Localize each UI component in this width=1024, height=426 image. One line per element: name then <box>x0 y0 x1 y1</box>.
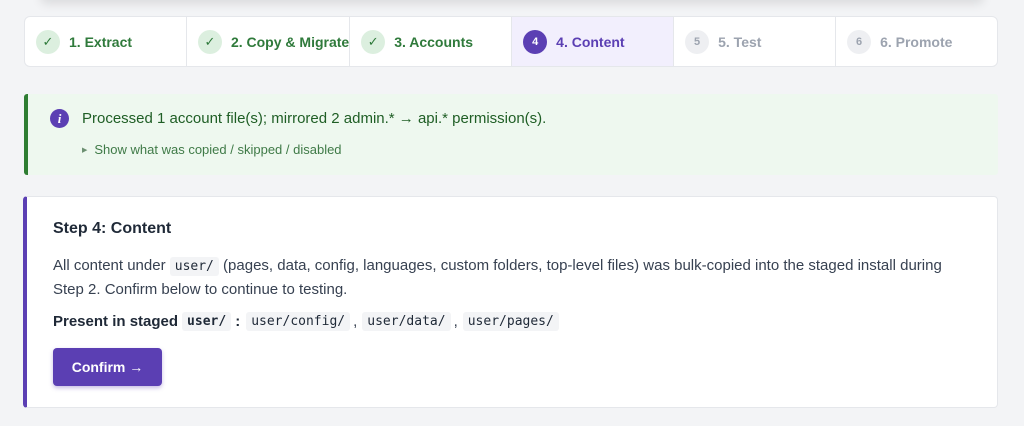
step-number-badge: 4 <box>523 29 548 54</box>
step-card: Step 4: Content All content under user/ … <box>23 196 998 408</box>
present-root-code: user/ <box>182 312 232 331</box>
step-promote[interactable]: 6 6. Promote <box>836 17 997 66</box>
info-icon: i <box>50 109 69 128</box>
user-dir-code: user/ <box>169 257 219 276</box>
step-label: 4. Content <box>556 33 625 50</box>
desc-text-pre: All content under <box>53 257 170 274</box>
present-dirs-line: Present in staged user/ : user/config/, … <box>53 312 559 331</box>
separator: , <box>353 313 358 330</box>
separator: , <box>453 313 458 330</box>
step-number-badge: 5 <box>685 29 710 54</box>
step-content[interactable]: 4 4. Content <box>512 17 675 66</box>
confirm-button[interactable]: Confirm → <box>53 348 162 386</box>
step-number-badge: 6 <box>847 29 872 54</box>
step-label: 1. Extract <box>69 33 133 50</box>
dir-pages-code: user/pages/ <box>462 312 559 331</box>
present-colon: : <box>235 313 241 330</box>
step-label: 6. Promote <box>880 33 953 50</box>
check-icon: ✓ <box>36 29 60 54</box>
check-icon: ✓ <box>361 29 386 54</box>
step-label: 5. Test <box>718 33 762 50</box>
check-icon: ✓ <box>197 29 222 54</box>
details-toggle[interactable]: ▶ Show what was copied / skipped / disab… <box>82 142 342 157</box>
step-copy-migrate[interactable]: ✓ 2. Copy & Migrate <box>187 17 351 66</box>
step-accounts[interactable]: ✓ 3. Accounts <box>350 17 513 66</box>
step-label: 3. Accounts <box>394 33 474 50</box>
wizard-stepper: ✓ 1. Extract ✓ 2. Copy & Migrate ✓ 3. Ac… <box>24 16 998 67</box>
step-extract[interactable]: ✓ 1. Extract <box>25 17 187 66</box>
step-test[interactable]: 5 5. Test <box>674 17 837 66</box>
info-message: Processed 1 account file(s); mirrored 2 … <box>82 110 547 127</box>
disclosure-triangle-icon: ▶ <box>82 146 88 154</box>
info-banner: i Processed 1 account file(s); mirrored … <box>24 94 998 175</box>
details-label: Show what was copied / skipped / disable… <box>94 142 342 157</box>
dir-data-code: user/data/ <box>362 312 451 331</box>
card-description: All content under user/ (pages, data, co… <box>53 254 973 301</box>
card-title: Step 4: Content <box>53 220 172 237</box>
present-label: Present in staged <box>53 313 179 330</box>
dir-config-code: user/config/ <box>246 312 351 331</box>
step-label: 2. Copy & Migrate <box>230 33 350 50</box>
